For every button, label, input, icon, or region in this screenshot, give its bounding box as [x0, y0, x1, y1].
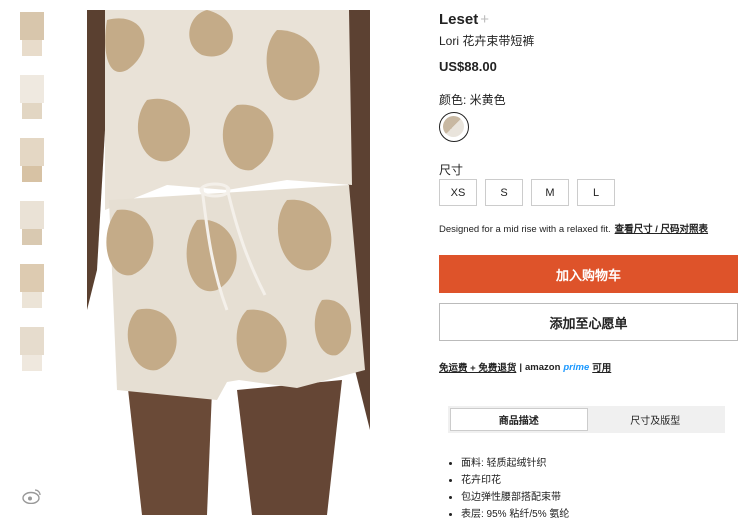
main-product-image[interactable]: [87, 10, 370, 515]
add-to-wishlist-button[interactable]: 添加至心愿单: [439, 303, 738, 341]
add-to-cart-button[interactable]: 加入购物车: [439, 255, 738, 293]
list-item: 花卉印花: [461, 472, 569, 489]
size-option-xs[interactable]: XS: [439, 179, 477, 206]
color-label: 颜色: 米黄色: [439, 93, 506, 107]
prime-logo: prime: [563, 361, 590, 373]
prime-available-link[interactable]: 可用: [592, 360, 611, 374]
shipping-info: 免运费 + 免费退货 | amazon prime 可用: [439, 360, 611, 375]
product-photo: [87, 10, 370, 515]
thumbnail[interactable]: [16, 325, 48, 380]
size-option-l[interactable]: L: [577, 179, 615, 206]
color-swatch-selected[interactable]: [439, 112, 469, 142]
brand-label[interactable]: Leset: [439, 11, 478, 28]
size-chart-link[interactable]: 查看尺寸 / 尺码对照表: [615, 224, 708, 235]
fit-note-text: Designed for a mid rise with a relaxed f…: [439, 224, 611, 235]
feature-list: 面料: 轻质起绒针织 花卉印花 包边弹性腰部搭配束带 表层: 95% 粘纤/5%…: [447, 455, 569, 523]
thumbnail[interactable]: [16, 73, 48, 128]
list-item: 面料: 轻质起绒针织: [461, 455, 569, 472]
tab-description[interactable]: 商品描述: [450, 408, 588, 431]
list-item: 包边弹性腰部搭配束带: [461, 489, 569, 506]
thumbnail[interactable]: [16, 136, 48, 191]
size-label: 尺寸: [439, 163, 464, 177]
swatch-fill: [443, 116, 464, 137]
size-option-m[interactable]: M: [531, 179, 569, 206]
size-selector: XS S M L: [439, 179, 615, 206]
fit-note: Designed for a mid rise with a relaxed f…: [439, 221, 708, 235]
product-price: US$88.00: [439, 59, 497, 74]
product-name: Lori 花卉束带短裤: [439, 34, 535, 48]
thumbnail[interactable]: [16, 262, 48, 317]
tab-size-fit[interactable]: 尺寸及版型: [588, 408, 724, 431]
thumbnail[interactable]: [16, 199, 48, 254]
brand-name[interactable]: Leset +: [439, 11, 489, 28]
thumbnail-list: [16, 10, 48, 388]
follow-brand-icon[interactable]: +: [480, 11, 489, 28]
thumbnail[interactable]: [16, 10, 48, 65]
shipping-link[interactable]: 免运费 + 免费退货: [439, 360, 516, 374]
info-tabs: 商品描述 尺寸及版型: [448, 406, 725, 433]
amazon-logo: amazon: [525, 361, 561, 373]
list-item: 表层: 95% 粘纤/5% 氨纶: [461, 506, 569, 523]
weibo-icon[interactable]: [22, 488, 42, 504]
separator: |: [519, 361, 522, 373]
size-option-s[interactable]: S: [485, 179, 523, 206]
